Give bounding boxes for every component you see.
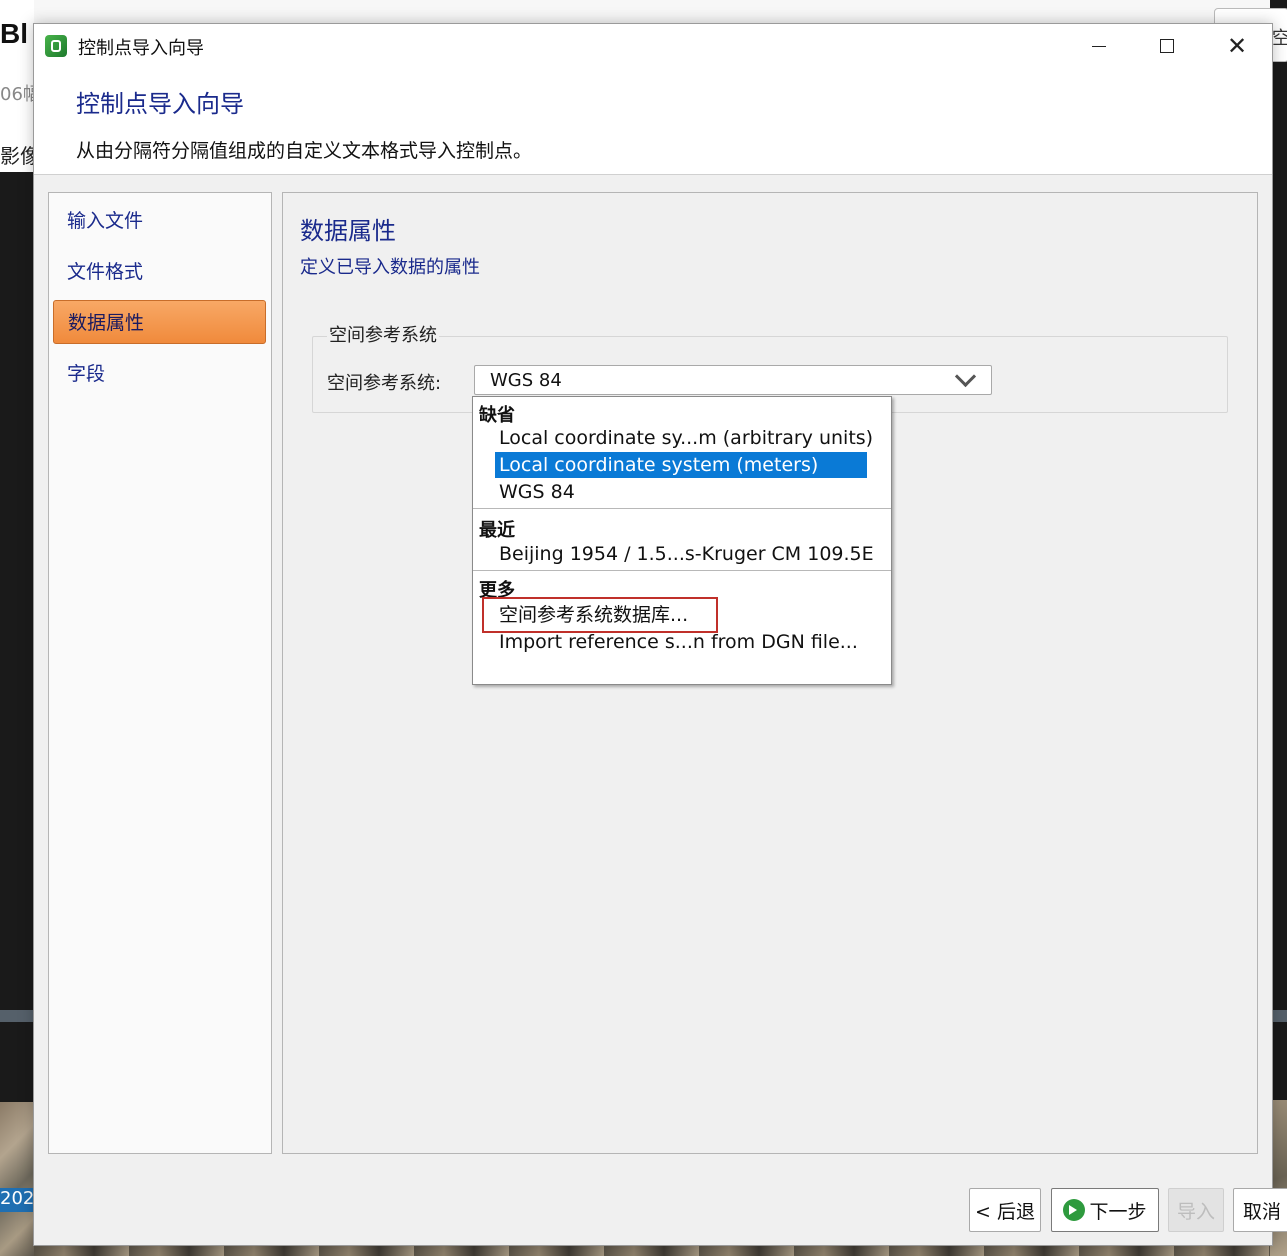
dd-section-recent: 最近 [479,520,515,541]
nav-step-data-properties[interactable]: 数据属性 [53,300,266,344]
close-button[interactable]: ✕ [1202,24,1272,68]
bg-date-label: 202 [0,1188,34,1212]
wizard-title: 控制点导入向导 [76,90,244,118]
wizard-step-nav: 输入文件 文件格式 数据属性 字段 [48,192,272,1154]
bg-grey-band [0,1010,34,1022]
annotation-highlight-box [482,597,718,633]
window-title: 控制点导入向导 [78,38,204,59]
arrow-right-circle-icon [1063,1199,1086,1221]
minimize-icon [1092,45,1106,47]
bg-app-title: Bl [0,18,28,49]
app-icon [45,35,67,57]
back-button[interactable]: < 后退 [969,1188,1041,1232]
maximize-button[interactable] [1132,24,1202,68]
chevron-down-icon[interactable] [954,365,977,388]
maximize-icon [1160,39,1174,53]
wizard-header: 控制点导入向导 从由分隔符分隔值组成的自定义文本格式导入控制点。 [34,68,1272,175]
dd-separator [473,508,891,509]
dd-item-local-arbitrary[interactable]: Local coordinate sy...m (arbitrary units… [495,425,873,451]
srs-combobox-value: WGS 84 [490,370,562,391]
cancel-button[interactable]: 取消 [1233,1188,1287,1232]
wizard-description: 从由分隔符分隔值组成的自定义文本格式导入控制点。 [76,140,533,162]
dd-item-wgs84[interactable]: WGS 84 [495,479,867,505]
bg-viewport-left [0,172,34,1256]
nav-step-file-format[interactable]: 文件格式 [53,250,266,294]
panel-subtitle: 定义已导入数据的属性 [300,257,480,278]
panel-title: 数据属性 [300,217,396,245]
import-button: 导入 [1168,1188,1224,1232]
minimize-button[interactable] [1064,24,1134,68]
dd-item-local-meters[interactable]: Local coordinate system (meters) [495,452,867,478]
srs-label: 空间参考系统: [327,373,442,394]
next-button-label: 下一步 [1089,1200,1147,1223]
bg-right-top-text: 空 [1272,28,1287,49]
close-icon: ✕ [1226,32,1248,60]
srs-group-legend: 空间参考系统 [327,321,439,347]
titlebar[interactable]: 控制点导入向导 ✕ [34,24,1272,68]
srs-combobox[interactable]: WGS 84 [474,365,992,395]
nav-step-input-file[interactable]: 输入文件 [53,199,266,243]
next-button[interactable]: 下一步 [1051,1188,1159,1232]
dd-separator [473,570,891,571]
dd-item-beijing-1954[interactable]: Beijing 1954 / 1.5...s-Kruger CM 109.5E [495,541,874,567]
srs-dropdown-list: 缺省 Local coordinate sy...m (arbitrary un… [472,396,892,685]
dd-section-default: 缺省 [479,405,515,426]
nav-step-fields[interactable]: 字段 [53,352,266,396]
bg-aerial-photo [0,1102,34,1256]
